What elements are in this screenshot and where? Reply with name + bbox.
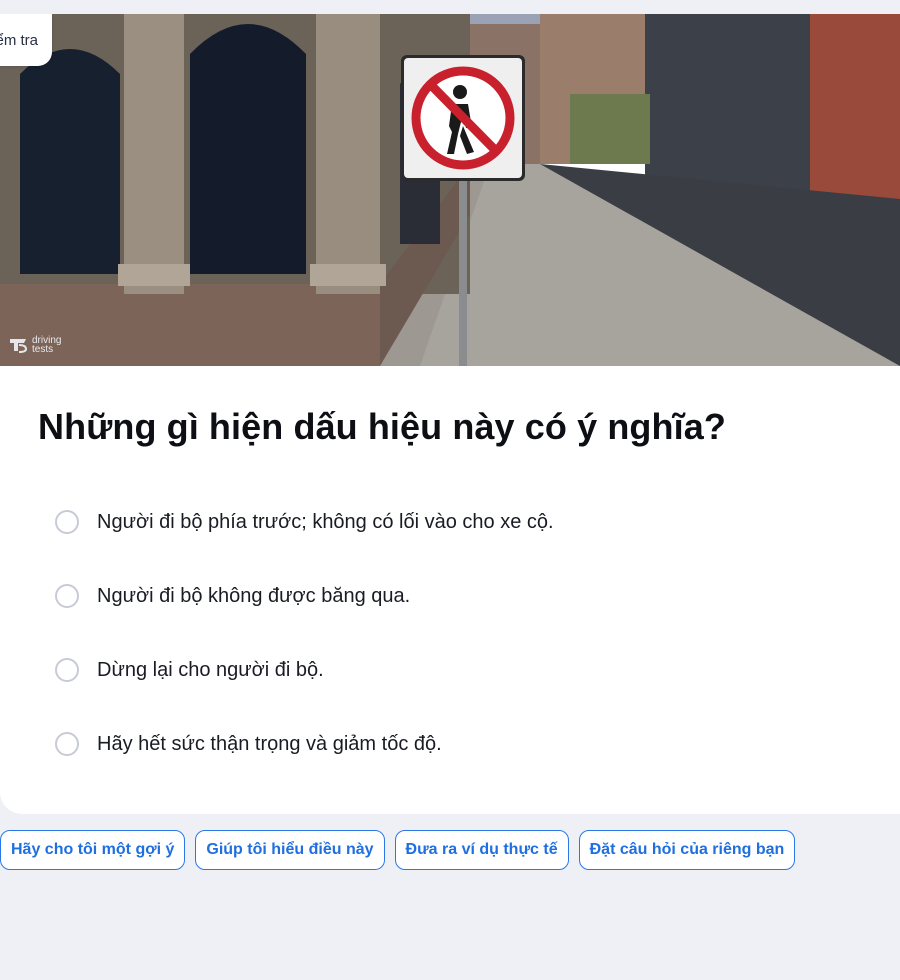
real-example-button[interactable]: Đưa ra ví dụ thực tế — [394, 830, 569, 870]
answer-label: Hãy hết sức thận trọng và giảm tốc độ. — [97, 732, 442, 755]
driving-tests-logo-icon — [10, 339, 28, 353]
answer-option[interactable]: Người đi bộ phía trước; không có lối vào… — [55, 507, 554, 537]
radio-button[interactable] — [55, 584, 79, 608]
answer-label: Người đi bộ phía trước; không có lối vào… — [97, 510, 554, 533]
explain-button[interactable]: Giúp tôi hiểu điều này — [195, 830, 385, 870]
answer-option[interactable]: Người đi bộ không được băng qua. — [55, 581, 554, 611]
answer-option[interactable]: Hãy hết sức thận trọng và giảm tốc độ. — [55, 729, 554, 759]
image-watermark: driving tests — [8, 335, 76, 355]
top-tab[interactable]: Kiểm tra — [0, 14, 52, 66]
top-tab-label: Kiểm tra — [0, 31, 38, 49]
answer-option[interactable]: Dừng lại cho người đi bộ. — [55, 655, 554, 685]
assistant-actions: Hãy cho tôi một gợi ý Giúp tôi hiểu điều… — [0, 830, 796, 870]
answer-label: Người đi bộ không được băng qua. — [97, 584, 411, 607]
radio-button[interactable] — [55, 658, 79, 682]
question-card: Kiểm tra driving tests Những gì hiện dấu… — [0, 14, 900, 814]
question-image — [0, 14, 900, 366]
question-title: Những gì hiện dấu hiệu này có ý nghĩa? — [38, 406, 726, 447]
hint-button[interactable]: Hãy cho tôi một gợi ý — [0, 830, 186, 870]
watermark-text: driving tests — [32, 335, 62, 355]
radio-button[interactable] — [55, 510, 79, 534]
radio-button[interactable] — [55, 732, 79, 756]
answer-options: Người đi bộ phía trước; không có lối vào… — [55, 507, 554, 803]
answer-label: Dừng lại cho người đi bộ. — [97, 658, 324, 681]
ask-own-question-button[interactable]: Đặt câu hỏi của riêng bạn — [578, 830, 796, 870]
